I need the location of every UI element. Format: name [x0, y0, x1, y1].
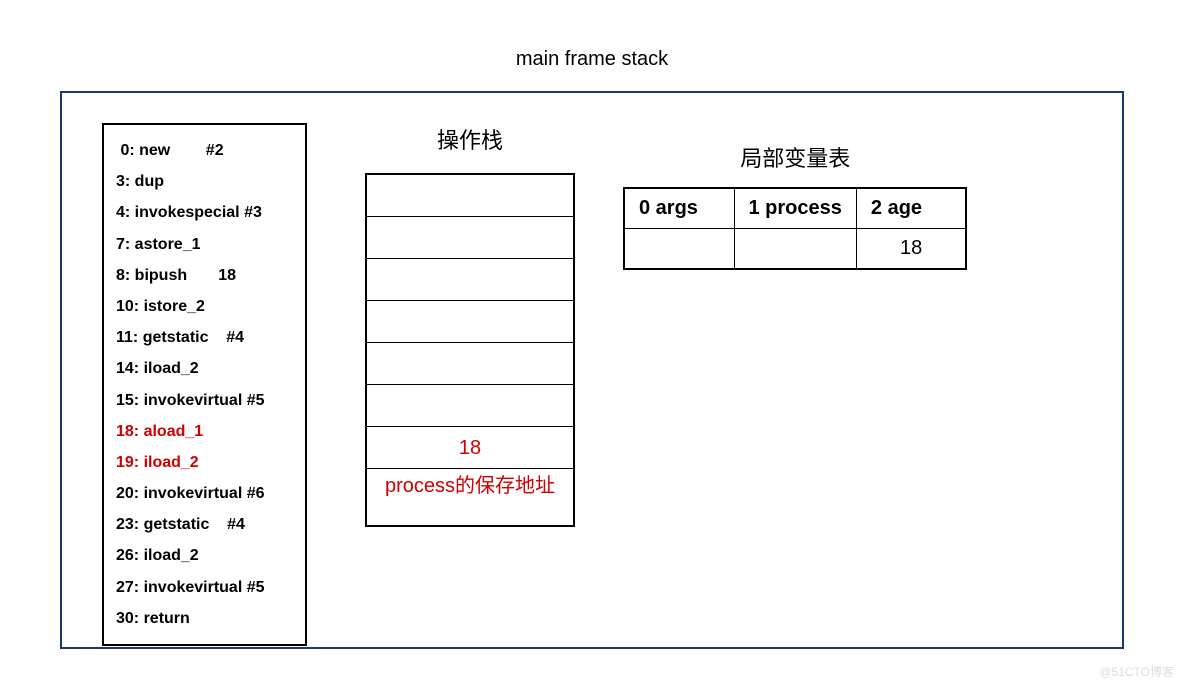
bytecode-line: 20: invokevirtual #6	[116, 478, 293, 509]
operand-stack-title: 操作栈	[365, 123, 575, 155]
bytecode-line: 19: iload_2	[116, 447, 293, 478]
bytecode-list: 0: new #23: dup4: invokespecial #37: ast…	[102, 123, 307, 646]
bytecode-line: 15: invokevirtual #5	[116, 385, 293, 416]
local-var-header: 0 args	[624, 188, 734, 229]
local-vars-title: 局部变量表	[623, 141, 967, 173]
local-vars-value-row: 18	[624, 229, 966, 270]
stack-cell	[367, 259, 573, 301]
local-var-value: 18	[856, 229, 966, 270]
bytecode-line: 18: aload_1	[116, 416, 293, 447]
local-var-header: 1 process	[734, 188, 856, 229]
bytecode-line: 11: getstatic #4	[116, 322, 293, 353]
stack-cell	[367, 385, 573, 427]
local-vars-header-row: 0 args 1 process 2 age	[624, 188, 966, 229]
bytecode-line: 23: getstatic #4	[116, 509, 293, 540]
stack-cell	[367, 175, 573, 217]
local-var-value	[734, 229, 856, 270]
bytecode-line: 0: new #2	[116, 135, 293, 166]
stack-cell: 18	[367, 427, 573, 469]
bytecode-line: 30: return	[116, 603, 293, 634]
bytecode-line: 7: astore_1	[116, 229, 293, 260]
bytecode-line: 14: iload_2	[116, 353, 293, 384]
bytecode-line: 27: invokevirtual #5	[116, 572, 293, 603]
bytecode-line: 10: istore_2	[116, 291, 293, 322]
stack-cell	[367, 301, 573, 343]
bytecode-line: 8: bipush 18	[116, 260, 293, 291]
bytecode-line: 26: iload_2	[116, 540, 293, 571]
operand-stack-section: 操作栈 18process的保存地址	[365, 123, 575, 527]
stack-cell	[367, 217, 573, 259]
local-vars-section: 局部变量表 0 args 1 process 2 age 18	[623, 141, 967, 270]
local-var-value	[624, 229, 734, 270]
bytecode-line: 3: dup	[116, 166, 293, 197]
stack-cell: process的保存地址	[367, 469, 573, 525]
stack-cell	[367, 343, 573, 385]
local-var-header: 2 age	[856, 188, 966, 229]
diagram-title: main frame stack	[0, 0, 1184, 91]
frame-container: 0: new #23: dup4: invokespecial #37: ast…	[60, 91, 1124, 649]
watermark: @51CTO博客	[1099, 663, 1174, 680]
operand-stack-box: 18process的保存地址	[365, 173, 575, 527]
bytecode-line: 4: invokespecial #3	[116, 197, 293, 228]
local-vars-table: 0 args 1 process 2 age 18	[623, 187, 967, 270]
